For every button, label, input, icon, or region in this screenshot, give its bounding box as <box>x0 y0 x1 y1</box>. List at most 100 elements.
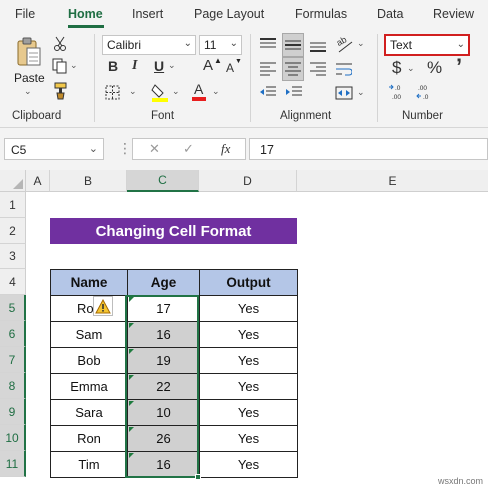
decrease-font-button[interactable]: A <box>226 61 234 75</box>
bold-button[interactable]: B <box>108 58 118 74</box>
font-size-select[interactable]: 11 ⌄ <box>199 35 242 55</box>
name-cell[interactable]: Sara <box>50 399 128 426</box>
age-cell[interactable]: 19 <box>127 347 200 374</box>
output-cell[interactable]: Yes <box>199 347 298 374</box>
increase-decimal-icon[interactable]: .0.00 <box>388 82 410 102</box>
tab-data[interactable]: Data <box>377 7 403 21</box>
underline-dropdown-icon[interactable]: ⌄ <box>168 60 176 71</box>
output-cell[interactable]: Yes <box>199 399 298 426</box>
name-cell[interactable]: Ron <box>50 425 128 452</box>
header-age[interactable]: Age <box>127 269 200 296</box>
font-color-icon[interactable]: A <box>190 81 208 102</box>
age-cell[interactable]: 17 <box>127 295 200 322</box>
align-bottom-icon[interactable] <box>308 35 328 55</box>
decrease-decimal-icon[interactable]: .00.0 <box>414 82 436 102</box>
age-cell[interactable]: 22 <box>127 373 200 400</box>
column-header-d[interactable]: D <box>199 170 297 192</box>
cancel-icon[interactable]: ✕ <box>149 141 160 157</box>
paste-icon[interactable] <box>14 36 44 68</box>
italic-button[interactable]: I <box>132 58 137 74</box>
paste-dropdown-icon[interactable]: ⌄ <box>24 86 32 97</box>
align-right-icon[interactable] <box>308 59 328 79</box>
decrease-font-arrow-icon: ▼ <box>235 58 242 65</box>
age-cell[interactable]: 16 <box>127 321 200 348</box>
error-warning-icon[interactable] <box>93 296 113 316</box>
output-cell[interactable]: Yes <box>199 321 298 348</box>
column-header-b[interactable]: B <box>50 170 127 192</box>
tab-page-layout[interactable]: Page Layout <box>194 7 264 21</box>
name-cell[interactable]: Bob <box>50 347 128 374</box>
row-header-8[interactable]: 8 <box>0 373 26 399</box>
column-header-e[interactable]: E <box>297 170 488 192</box>
row-header-9[interactable]: 9 <box>0 399 26 425</box>
decrease-indent-icon[interactable] <box>258 84 278 102</box>
orientation-icon[interactable]: ab <box>336 34 354 54</box>
output-cell[interactable]: Yes <box>199 425 298 452</box>
tab-file[interactable]: File <box>15 7 35 21</box>
tab-review[interactable]: Review <box>433 7 474 21</box>
borders-dropdown-icon[interactable]: ⌄ <box>129 86 137 97</box>
row-header-2[interactable]: 2 <box>0 218 26 244</box>
fill-handle[interactable] <box>195 474 201 480</box>
font-size-value: 11 <box>204 38 217 52</box>
header-name[interactable]: Name <box>50 269 128 296</box>
enter-icon[interactable]: ✓ <box>183 141 194 157</box>
formula-input[interactable]: 17 <box>249 138 488 160</box>
paste-button-label[interactable]: Paste <box>14 71 45 85</box>
insert-function-icon[interactable]: fx <box>221 141 230 157</box>
name-cell[interactable]: Ro <box>50 295 128 322</box>
chevron-down-icon: ⌄ <box>88 143 98 155</box>
row-header-10[interactable]: 10 <box>0 425 26 451</box>
row-header-4[interactable]: 4 <box>0 269 26 295</box>
merge-center-icon[interactable] <box>334 84 354 102</box>
column-header-a[interactable]: A <box>26 170 50 192</box>
name-cell[interactable]: Emma <box>50 373 128 400</box>
column-header-c[interactable]: C <box>127 170 199 192</box>
row-header-7[interactable]: 7 <box>0 347 26 373</box>
align-left-icon[interactable] <box>258 59 278 79</box>
increase-indent-icon[interactable] <box>284 84 304 102</box>
font-color-dropdown-icon[interactable]: ⌄ <box>212 86 220 97</box>
age-cell[interactable]: 16 <box>127 451 200 478</box>
age-cell[interactable]: 10 <box>127 399 200 426</box>
fill-color-icon[interactable] <box>150 82 170 102</box>
underline-button[interactable]: U <box>154 58 164 74</box>
tab-formulas[interactable]: Formulas <box>295 7 347 21</box>
fill-color-dropdown-icon[interactable]: ⌄ <box>172 86 180 97</box>
orientation-dropdown-icon[interactable]: ⌄ <box>357 38 365 49</box>
align-middle-icon[interactable] <box>282 33 304 57</box>
wrap-text-icon[interactable] <box>334 59 354 79</box>
comma-style-button[interactable]: ’ <box>456 54 462 80</box>
row-header-3[interactable]: 3 <box>0 244 26 269</box>
font-family-select[interactable]: Calibri ⌄ <box>102 35 196 55</box>
name-cell[interactable]: Sam <box>50 321 128 348</box>
row-header-11[interactable]: 11 <box>0 451 26 477</box>
number-format-select[interactable]: Text ⌄ <box>384 34 470 56</box>
copy-dropdown-icon[interactable]: ⌄ <box>70 60 78 71</box>
currency-button[interactable]: $ <box>392 58 401 78</box>
borders-icon[interactable] <box>104 84 120 100</box>
tab-insert[interactable]: Insert <box>132 7 163 21</box>
format-painter-icon[interactable] <box>52 82 68 100</box>
header-output[interactable]: Output <box>199 269 298 296</box>
row-header-6[interactable]: 6 <box>0 321 26 347</box>
currency-dropdown-icon[interactable]: ⌄ <box>407 63 415 74</box>
age-cell[interactable]: 26 <box>127 425 200 452</box>
name-cell[interactable]: Tim <box>50 451 128 478</box>
cut-icon[interactable] <box>52 36 68 52</box>
percent-button[interactable]: % <box>427 58 442 78</box>
copy-icon[interactable] <box>52 58 68 74</box>
output-cell[interactable]: Yes <box>199 373 298 400</box>
tab-home[interactable]: Home <box>68 7 103 21</box>
align-center-icon[interactable] <box>282 57 304 81</box>
select-all-button[interactable] <box>0 170 26 192</box>
row-header-5[interactable]: 5 <box>0 295 26 321</box>
row-header-1[interactable]: 1 <box>0 192 26 218</box>
increase-font-button[interactable]: A <box>203 57 213 74</box>
output-cell[interactable]: Yes <box>199 451 298 478</box>
sheet-title-cell[interactable]: Changing Cell Format <box>50 218 297 244</box>
merge-dropdown-icon[interactable]: ⌄ <box>357 87 365 98</box>
align-top-icon[interactable] <box>258 35 278 55</box>
name-box[interactable]: C5 ⌄ <box>4 138 104 160</box>
output-cell[interactable]: Yes <box>199 295 298 322</box>
